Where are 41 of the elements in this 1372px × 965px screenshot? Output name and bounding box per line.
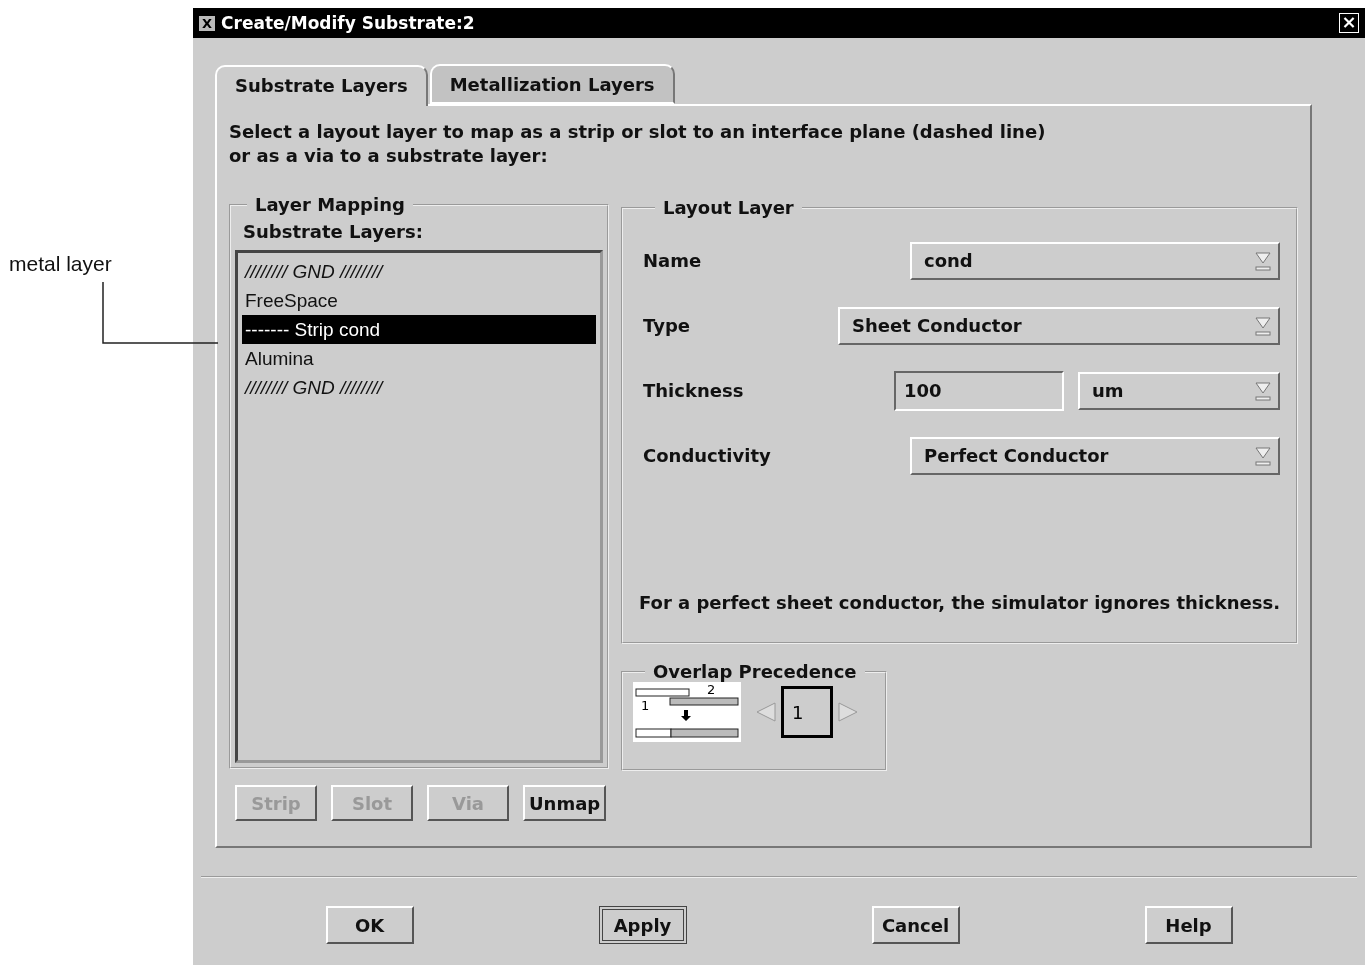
list-label: Substrate Layers: xyxy=(242,220,424,244)
field-label: Type xyxy=(643,315,690,336)
list-item[interactable]: //////// GND //////// xyxy=(242,373,596,402)
dropdown-arrow-icon xyxy=(1254,314,1272,337)
note-text: For a perfect sheet conductor, the simulator ignores thickness. xyxy=(639,592,1280,613)
instruction-text: or as a via to a substrate layer: xyxy=(229,144,549,168)
diagram-label: 2 xyxy=(707,682,716,697)
input-field[interactable]: 100 xyxy=(894,370,1064,411)
field-label: Name xyxy=(643,250,702,271)
dropdown[interactable]: cond xyxy=(910,241,1280,280)
list-item[interactable]: //////// GND //////// xyxy=(242,257,596,286)
dropdown-arrow-icon xyxy=(1254,379,1272,402)
spinner-field[interactable]: 1 xyxy=(781,686,833,738)
list-item[interactable]: Alumina xyxy=(242,344,596,373)
dropdown[interactable]: um xyxy=(1078,371,1280,410)
dropdown[interactable]: Perfect Conductor xyxy=(910,436,1280,475)
right-arrow-icon[interactable] xyxy=(837,701,859,723)
diagram-label: 1 xyxy=(641,698,650,713)
group-title: Layer Mapping xyxy=(254,194,406,215)
instruction-text: Select a layout layer to map as a strip or slot to an interface plane (dashed line) xyxy=(229,120,1047,144)
group-title: Layout Layer xyxy=(662,197,795,218)
tab[interactable]: Metallization Layers xyxy=(429,64,675,104)
dialog-button[interactable]: OK xyxy=(325,906,414,944)
map-button[interactable]: Unmap xyxy=(523,785,607,821)
dropdown-arrow-icon xyxy=(1254,444,1272,467)
tab[interactable]: Substrate Layers xyxy=(215,65,428,106)
dropdown-arrow-icon xyxy=(1254,249,1272,272)
list-item[interactable]: FreeSpace xyxy=(242,286,596,315)
window-menu-button[interactable]: X xyxy=(199,15,216,31)
field-label: Conductivity xyxy=(643,445,771,466)
dialog-button[interactable]: Cancel xyxy=(871,906,960,944)
dropdown[interactable]: Sheet Conductor xyxy=(838,306,1280,345)
field-label: Thickness xyxy=(643,380,744,401)
dialog-button[interactable]: Apply xyxy=(598,906,687,944)
group-title: Overlap Precedence xyxy=(652,661,858,682)
close-button[interactable]: × xyxy=(1339,13,1359,33)
left-arrow-icon[interactable] xyxy=(755,701,777,723)
dialog-button[interactable]: Help xyxy=(1144,906,1233,944)
window-title: Create/Modify Substrate:2 xyxy=(221,13,476,33)
callout-label: metal layer xyxy=(9,252,112,276)
list-item[interactable]: ------- Strip cond xyxy=(242,315,596,344)
